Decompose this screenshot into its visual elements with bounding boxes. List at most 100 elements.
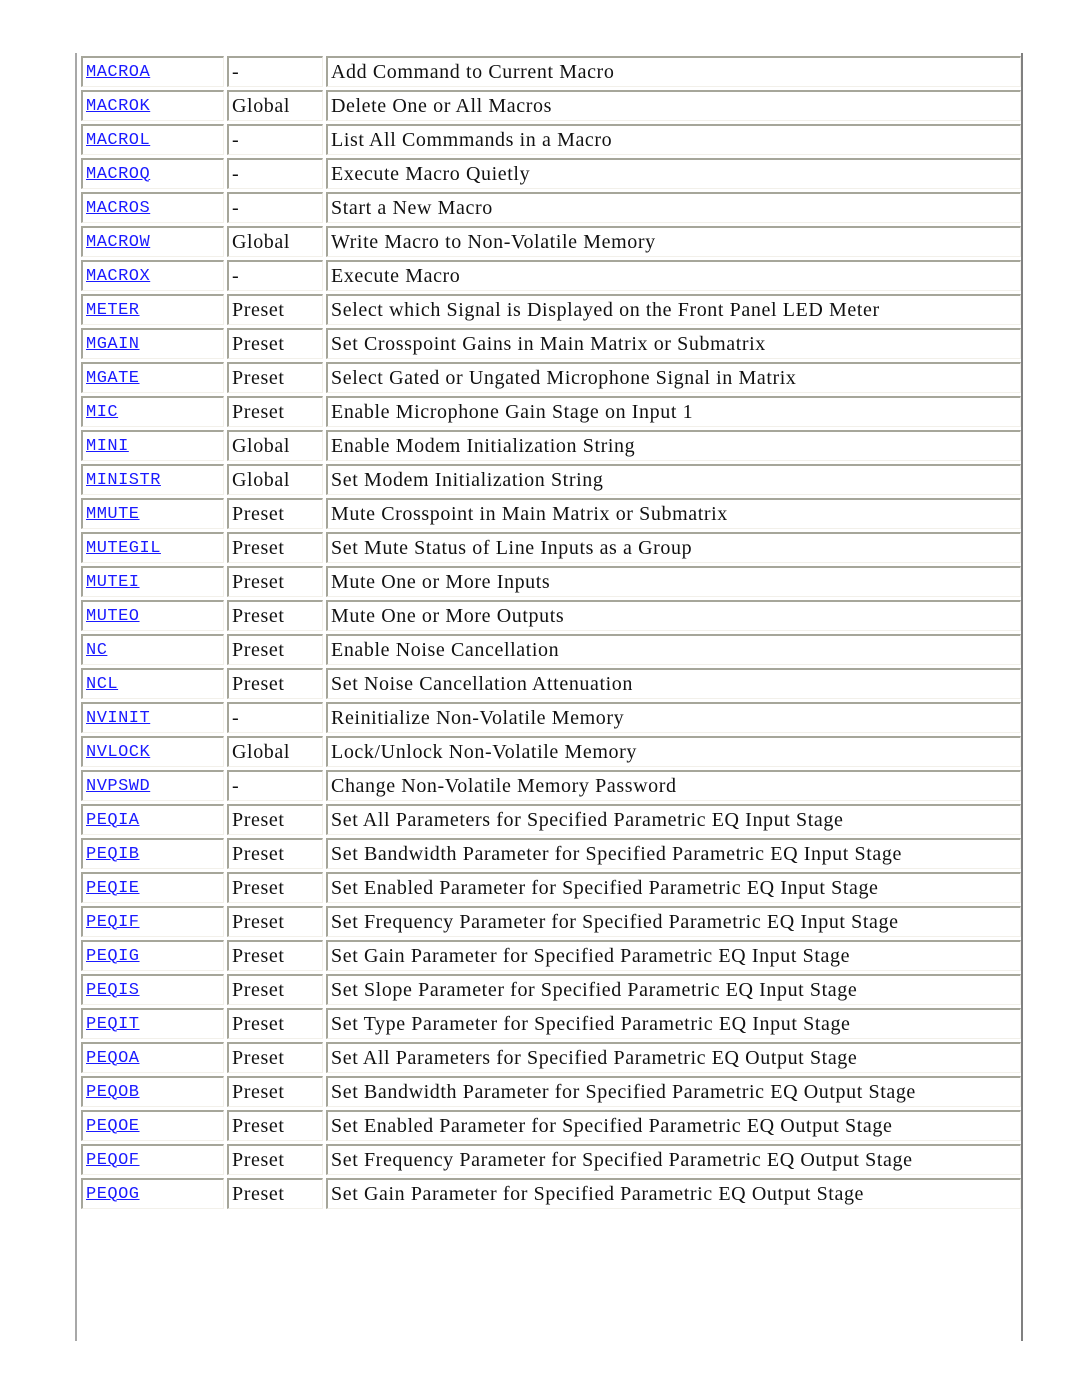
command-cell: NVLOCK [81,736,224,767]
command-link[interactable]: MUTEO [86,607,140,626]
command-link[interactable]: MUTEI [86,573,140,592]
scope-text: Preset [232,638,285,661]
description-text: Set Bandwidth Parameter for Specified Pa… [331,1080,916,1103]
description-cell: Select which Signal is Displayed on the … [326,294,1021,325]
scope-text: - [232,706,240,729]
description-cell: Set Gain Parameter for Specified Paramet… [326,940,1021,971]
command-link[interactable]: MACROQ [86,165,150,184]
table-row: PEQIF Preset Set Frequency Parameter for… [81,906,1021,937]
command-table-body: MACROA - Add Command to Current Macro MA… [81,56,1021,1209]
scope-cell: Preset [227,396,323,427]
command-link[interactable]: PEQIE [86,879,140,898]
command-link[interactable]: PEQOB [86,1083,140,1102]
description-cell: Start a New Macro [326,192,1021,223]
command-link[interactable]: PEQIB [86,845,140,864]
description-text: Select Gated or Ungated Microphone Signa… [331,366,797,389]
command-link[interactable]: MGATE [86,369,140,388]
table-row: MACROW Global Write Macro to Non-Volatil… [81,226,1021,257]
scope-cell: Preset [227,532,323,563]
command-link[interactable]: MGAIN [86,335,140,354]
table-row: MINISTR Global Set Modem Initialization … [81,464,1021,495]
command-cell: PEQIB [81,838,224,869]
description-cell: Write Macro to Non-Volatile Memory [326,226,1021,257]
command-link[interactable]: PEQIF [86,913,140,932]
description-cell: Set Noise Cancellation Attenuation [326,668,1021,699]
command-link[interactable]: NCL [86,675,118,694]
description-cell: Set All Parameters for Specified Paramet… [326,1042,1021,1073]
scope-cell: Preset [227,1110,323,1141]
command-link[interactable]: PEQOE [86,1117,140,1136]
command-link[interactable]: PEQOA [86,1049,140,1068]
description-text: Set Frequency Parameter for Specified Pa… [331,1148,913,1171]
table-row: PEQIA Preset Set All Parameters for Spec… [81,804,1021,835]
description-cell: Select Gated or Ungated Microphone Signa… [326,362,1021,393]
scope-text: Preset [232,672,285,695]
table-row: NVINIT - Reinitialize Non-Volatile Memor… [81,702,1021,733]
description-text: Enable Modem Initialization String [331,434,636,457]
command-link[interactable]: MMUTE [86,505,140,524]
command-link[interactable]: MACROS [86,199,150,218]
description-text: Set Crosspoint Gains in Main Matrix or S… [331,332,766,355]
scope-cell: Preset [227,294,323,325]
command-cell: MUTEI [81,566,224,597]
command-link[interactable]: NVLOCK [86,743,150,762]
table-row: MUTEO Preset Mute One or More Outputs [81,600,1021,631]
scope-text: Preset [232,1080,285,1103]
description-text: Set Modem Initialization String [331,468,604,491]
command-link[interactable]: MACROK [86,97,150,116]
description-cell: Mute One or More Outputs [326,600,1021,631]
command-link[interactable]: MACROA [86,63,150,82]
command-cell: MACROK [81,90,224,121]
scope-text: Preset [232,876,285,899]
command-link[interactable]: MIC [86,403,118,422]
scope-cell: - [227,124,323,155]
command-link[interactable]: MINISTR [86,471,161,490]
scope-cell: Preset [227,1008,323,1039]
table-row: MUTEI Preset Mute One or More Inputs [81,566,1021,597]
command-link[interactable]: PEQOF [86,1151,140,1170]
scope-text: Global [232,94,291,117]
table-row: MACROK Global Delete One or All Macros [81,90,1021,121]
command-cell: MACROX [81,260,224,291]
description-cell: Mute Crosspoint in Main Matrix or Submat… [326,498,1021,529]
command-link[interactable]: MACROL [86,131,150,150]
table-row: PEQOE Preset Set Enabled Parameter for S… [81,1110,1021,1141]
scope-text: Preset [232,604,285,627]
scope-text: Preset [232,1148,285,1171]
table-row: PEQIG Preset Set Gain Parameter for Spec… [81,940,1021,971]
description-cell: Lock/Unlock Non-Volatile Memory [326,736,1021,767]
command-link[interactable]: MINI [86,437,129,456]
command-link[interactable]: MUTEGIL [86,539,161,558]
scope-cell: Global [227,226,323,257]
command-cell: PEQOE [81,1110,224,1141]
command-link[interactable]: PEQOG [86,1185,140,1204]
command-cell: PEQIE [81,872,224,903]
description-text: Set Bandwidth Parameter for Specified Pa… [331,842,902,865]
description-text: Enable Microphone Gain Stage on Input 1 [331,400,694,423]
scope-text: Preset [232,978,285,1001]
command-link[interactable]: PEQIS [86,981,140,1000]
command-link[interactable]: PEQIT [86,1015,140,1034]
table-row: MACROS - Start a New Macro [81,192,1021,223]
table-row: MIC Preset Enable Microphone Gain Stage … [81,396,1021,427]
command-link[interactable]: METER [86,301,140,320]
command-cell: MACROW [81,226,224,257]
table-row: MACROX - Execute Macro [81,260,1021,291]
scope-text: Global [232,468,291,491]
command-cell: PEQOG [81,1178,224,1209]
description-cell: Set Enabled Parameter for Specified Para… [326,872,1021,903]
command-link[interactable]: MACROX [86,267,150,286]
command-link[interactable]: MACROW [86,233,150,252]
description-text: Lock/Unlock Non-Volatile Memory [331,740,637,763]
description-text: Set Mute Status of Line Inputs as a Grou… [331,536,693,559]
scope-cell: Preset [227,906,323,937]
scope-text: Global [232,740,291,763]
command-link[interactable]: PEQIG [86,947,140,966]
command-link[interactable]: PEQIA [86,811,140,830]
command-link[interactable]: NVPSWD [86,777,150,796]
command-link[interactable]: NC [86,641,107,660]
description-cell: Set Type Parameter for Specified Paramet… [326,1008,1021,1039]
command-cell: MGATE [81,362,224,393]
command-link[interactable]: NVINIT [86,709,150,728]
table-row: PEQOA Preset Set All Parameters for Spec… [81,1042,1021,1073]
